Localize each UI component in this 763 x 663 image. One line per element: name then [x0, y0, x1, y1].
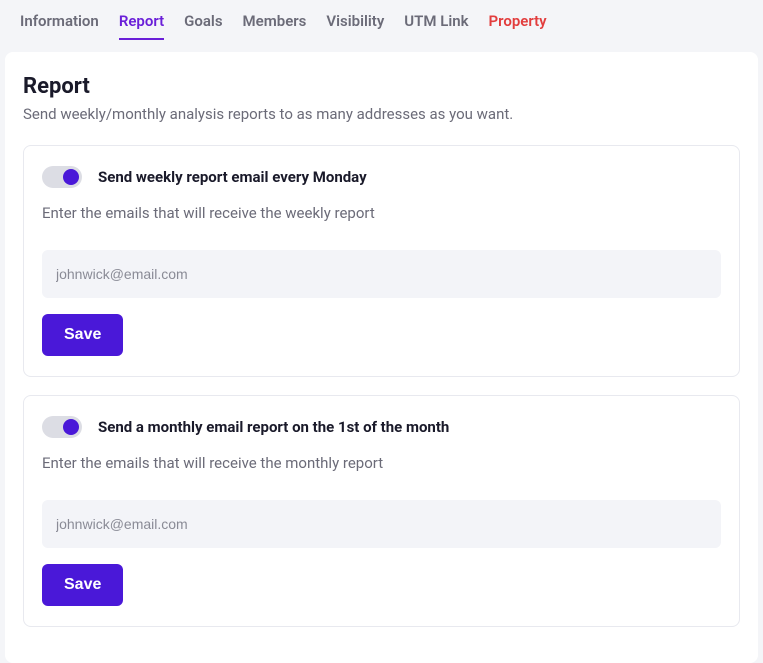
weekly-helper-text: Enter the emails that will receive the w… [42, 204, 721, 222]
weekly-report-block: Send weekly report email every Monday En… [23, 145, 740, 377]
tab-goals[interactable]: Goals [184, 12, 222, 40]
monthly-toggle[interactable] [42, 416, 82, 438]
weekly-toggle[interactable] [42, 166, 82, 188]
page-subtitle: Send weekly/monthly analysis reports to … [23, 105, 740, 123]
toggle-knob-icon [63, 419, 79, 435]
weekly-toggle-row: Send weekly report email every Monday [42, 166, 721, 188]
weekly-email-input[interactable] [42, 250, 721, 298]
weekly-save-button[interactable]: Save [42, 314, 123, 356]
monthly-save-button[interactable]: Save [42, 564, 123, 606]
tab-utm-link[interactable]: UTM Link [404, 12, 468, 40]
monthly-helper-text: Enter the emails that will receive the m… [42, 454, 721, 472]
tabs-bar: Information Report Goals Members Visibil… [0, 0, 763, 40]
main-card: Report Send weekly/monthly analysis repo… [5, 52, 758, 663]
monthly-toggle-label: Send a monthly email report on the 1st o… [98, 418, 449, 436]
tab-visibility[interactable]: Visibility [326, 12, 384, 40]
page-title: Report [23, 74, 740, 99]
tab-members[interactable]: Members [243, 12, 307, 40]
tab-property[interactable]: Property [489, 12, 547, 40]
monthly-report-block: Send a monthly email report on the 1st o… [23, 395, 740, 627]
monthly-email-input[interactable] [42, 500, 721, 548]
tab-report[interactable]: Report [119, 12, 164, 40]
tab-information[interactable]: Information [20, 12, 99, 40]
weekly-toggle-label: Send weekly report email every Monday [98, 168, 367, 186]
toggle-knob-icon [63, 169, 79, 185]
monthly-toggle-row: Send a monthly email report on the 1st o… [42, 416, 721, 438]
